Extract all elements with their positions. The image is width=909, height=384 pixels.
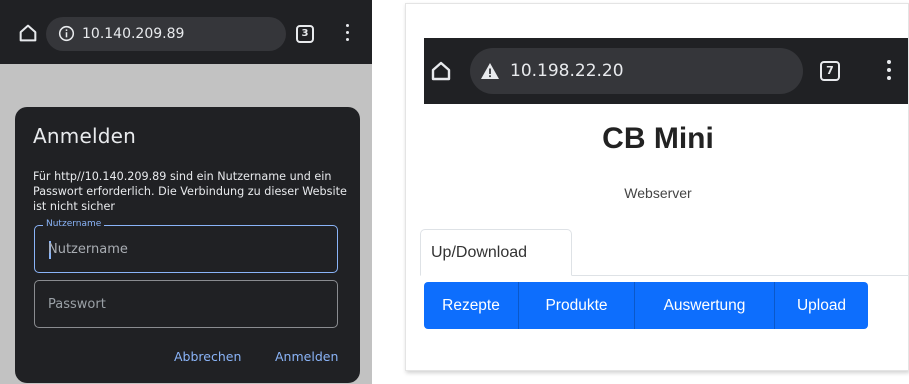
button-group: Rezepte Produkte Auswertung Upload bbox=[424, 282, 868, 329]
tab-switcher-button[interactable]: 7 bbox=[820, 61, 840, 81]
warning-icon[interactable] bbox=[480, 62, 500, 80]
info-icon[interactable] bbox=[58, 25, 75, 42]
tab-up-download[interactable]: Up/Download bbox=[420, 229, 572, 276]
url-text: 10.198.22.20 bbox=[510, 61, 624, 81]
browser-toolbar: 10.140.209.89 3 bbox=[0, 0, 372, 64]
cancel-button[interactable]: Abbrechen bbox=[174, 349, 241, 364]
page-subtitle: Webserver bbox=[624, 185, 692, 201]
username-field[interactable]: Nutzername bbox=[34, 219, 338, 273]
password-input[interactable] bbox=[35, 281, 337, 327]
auswertung-button[interactable]: Auswertung bbox=[635, 282, 775, 329]
kebab-menu-icon[interactable] bbox=[344, 24, 350, 44]
url-text: 10.140.209.89 bbox=[82, 26, 185, 42]
upload-button[interactable]: Upload bbox=[775, 282, 868, 329]
screenshot-stage: 10.140.209.89 3 Anmelden Für http//10.14… bbox=[0, 0, 909, 384]
address-bar[interactable]: 10.140.209.89 bbox=[46, 17, 286, 51]
login-dialog: Anmelden Für http//10.140.209.89 sind ei… bbox=[15, 107, 360, 383]
password-field[interactable] bbox=[34, 280, 338, 328]
home-icon[interactable] bbox=[17, 22, 39, 44]
kebab-menu-icon[interactable] bbox=[886, 60, 892, 82]
dialog-title: Anmelden bbox=[33, 124, 136, 148]
home-icon[interactable] bbox=[429, 59, 453, 83]
tab-switcher-button[interactable]: 3 bbox=[296, 25, 314, 43]
dialog-message: Für http//10.140.209.89 sind ein Nutzern… bbox=[33, 170, 347, 213]
username-input[interactable] bbox=[35, 226, 337, 272]
produkte-button[interactable]: Produkte bbox=[519, 282, 635, 329]
rezepte-button[interactable]: Rezepte bbox=[424, 282, 519, 329]
address-bar[interactable]: 10.198.22.20 bbox=[470, 48, 803, 94]
browser-toolbar: 10.198.22.20 7 bbox=[424, 38, 908, 104]
page-title: CB Mini bbox=[602, 122, 714, 155]
login-button[interactable]: Anmelden bbox=[275, 349, 338, 364]
right-screen: 10.198.22.20 7 CB Mini Webserver Up/Down… bbox=[405, 3, 909, 371]
left-screen: 10.140.209.89 3 Anmelden Für http//10.14… bbox=[0, 0, 372, 384]
